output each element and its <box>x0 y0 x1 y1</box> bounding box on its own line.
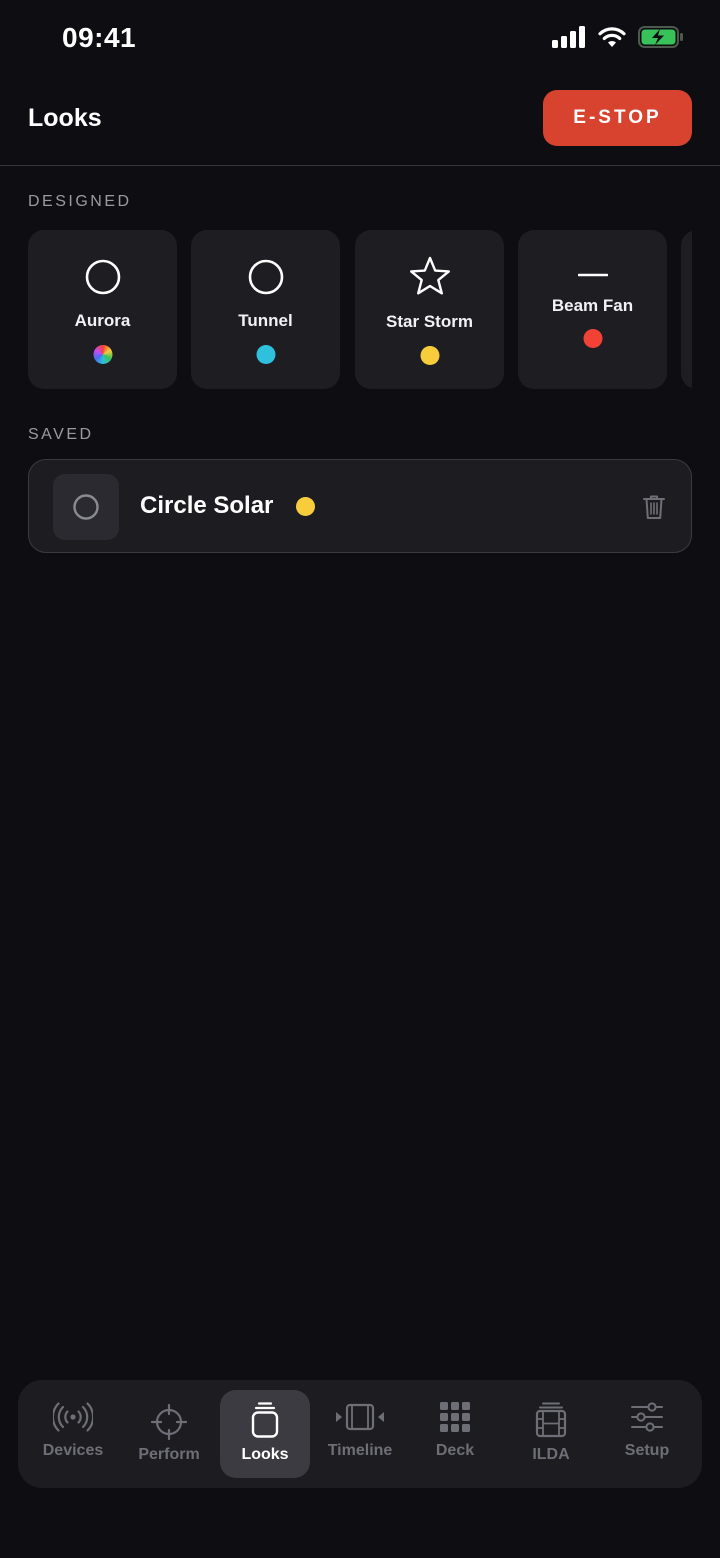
signal-icon <box>552 26 585 48</box>
tab-label: Devices <box>42 1442 104 1459</box>
film-icon <box>535 1402 567 1438</box>
timeline-icon <box>336 1403 384 1431</box>
look-card-tunnel[interactable]: Tunnel <box>191 230 340 389</box>
color-dot <box>420 346 439 365</box>
stack-icon <box>251 1402 279 1438</box>
designed-looks-carousel[interactable]: Aurora Tunnel Star Storm Beam Fan <box>28 230 692 390</box>
tab-label: Perform <box>138 1446 200 1463</box>
saved-look-name: Circle Solar <box>140 492 274 519</box>
tab-label: Deck <box>435 1442 475 1459</box>
look-card-label: Aurora <box>74 311 131 330</box>
tab-looks[interactable]: Looks <box>220 1390 310 1478</box>
battery-charging-icon <box>638 26 683 48</box>
look-card-beam-fan[interactable]: Beam Fan <box>518 230 667 389</box>
tab-perform[interactable]: Perform <box>124 1390 214 1478</box>
look-card-label: Star Storm <box>386 312 473 331</box>
look-card-star-storm[interactable]: Star Storm <box>355 230 504 389</box>
look-card-partial[interactable] <box>681 230 692 389</box>
saved-section-label: SAVED <box>28 426 94 443</box>
header: Looks E-STOP <box>0 80 720 166</box>
color-dot-rainbow <box>93 345 112 364</box>
star-icon <box>409 256 450 295</box>
tab-devices[interactable]: Devices <box>28 1390 118 1478</box>
circle-icon <box>248 259 283 295</box>
wifi-icon <box>598 27 626 47</box>
tab-timeline[interactable]: Timeline <box>315 1390 405 1478</box>
sliders-icon <box>631 1402 663 1432</box>
tab-bar: Devices Perform Looks Timeline Deck ILDA… <box>18 1380 702 1488</box>
color-dot <box>583 329 602 348</box>
broadcast-icon <box>53 1402 93 1432</box>
tab-label: Timeline <box>327 1442 393 1459</box>
color-dot <box>296 497 315 516</box>
tab-ilda[interactable]: ILDA <box>506 1390 596 1478</box>
tab-label: ILDA <box>532 1446 570 1463</box>
status-icons <box>552 26 684 48</box>
tab-setup[interactable]: Setup <box>602 1390 692 1478</box>
page-title: Looks <box>28 104 102 132</box>
saved-look-thumbnail <box>53 474 119 540</box>
status-bar: 09:41 <box>0 0 720 80</box>
saved-look-row[interactable]: Circle Solar <box>28 459 692 553</box>
line-icon <box>577 273 608 277</box>
designed-section-label: DESIGNED <box>28 193 132 210</box>
look-card-label: Tunnel <box>238 311 293 330</box>
trash-icon[interactable] <box>643 494 665 520</box>
tab-deck[interactable]: Deck <box>410 1390 500 1478</box>
tab-label: Setup <box>624 1442 670 1459</box>
e-stop-button[interactable]: E-STOP <box>543 90 692 146</box>
looks-screen: 09:41 Looks E-STOP DESIGNED Aurora Tunne… <box>0 0 720 1558</box>
circle-icon <box>85 259 120 295</box>
grid-icon <box>440 1402 470 1432</box>
look-card-aurora[interactable]: Aurora <box>28 230 177 389</box>
crosshair-icon <box>151 1404 187 1440</box>
status-time: 09:41 <box>62 22 137 53</box>
look-card-label: Beam Fan <box>551 296 634 315</box>
tab-label: Looks <box>241 1446 289 1463</box>
circle-icon <box>73 494 99 520</box>
color-dot <box>256 345 275 364</box>
